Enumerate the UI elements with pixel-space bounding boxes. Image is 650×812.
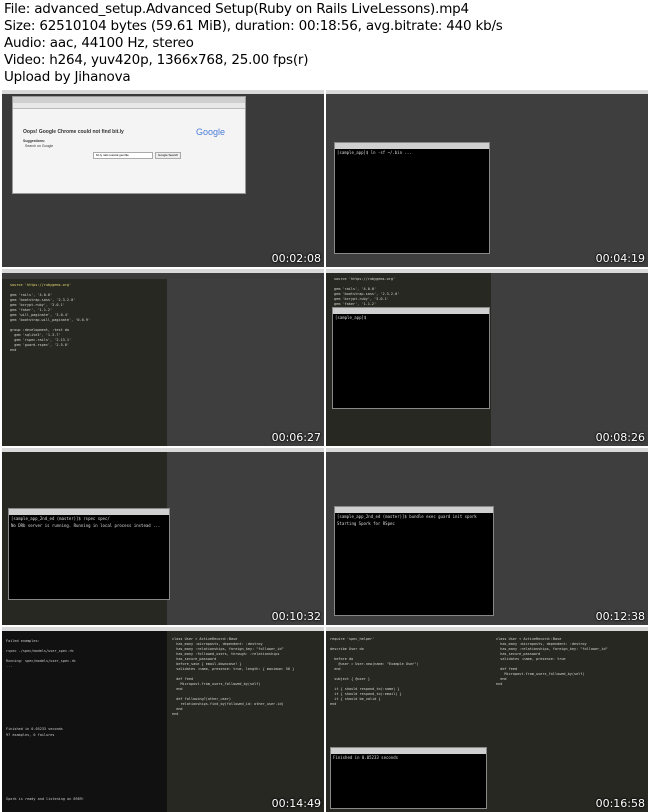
timestamp: 00:06:27 bbox=[271, 431, 321, 444]
thumbnail-4[interactable]: source 'https://rubygems.org' gem 'rails… bbox=[326, 269, 648, 446]
terminal-window: [sample_app]$ ln -sf ~/.bin ... bbox=[334, 142, 490, 254]
terminal-text: [sample_app_2nd_ed (master)]$ rspec spec… bbox=[11, 516, 110, 521]
thumbnail-8[interactable]: require 'spec_helper' describe User do b… bbox=[326, 627, 648, 812]
terminal-window: [sample_app_2nd_ed (master)]$ bundle exe… bbox=[334, 506, 494, 616]
thumbnail-5[interactable]: [sample_app_2nd_ed (master)]$ rspec spec… bbox=[2, 448, 324, 625]
timestamp: 00:04:19 bbox=[595, 252, 645, 265]
size-line: Size: 62510104 bytes (59.61 MiB), durati… bbox=[4, 18, 503, 34]
file-line: File: advanced_setup.Advanced Setup(Ruby… bbox=[4, 1, 469, 17]
chrome-window: Oops! Google Chrome could not find bit.l… bbox=[12, 96, 246, 194]
terminal-text: [sample_app]$ ln -sf ~/.bin ... bbox=[337, 150, 412, 155]
terminal-window: [sample_app_2nd_ed (master)]$ rspec spec… bbox=[8, 508, 170, 600]
google-logo: Google bbox=[195, 127, 225, 137]
terminal-window: [sample_app]$ bbox=[332, 307, 490, 409]
menu-bar bbox=[326, 627, 648, 631]
terminal-text-2: No DRb server is running. Running in loc… bbox=[11, 523, 161, 528]
suggestions-label: Suggestions: bbox=[23, 139, 46, 143]
spec-finished: Finished in 0.05233 seconds bbox=[6, 727, 63, 731]
thumbnail-1[interactable]: Oops! Google Chrome could not find bit.l… bbox=[2, 90, 324, 267]
menu-bar bbox=[2, 90, 324, 94]
thumbnail-6[interactable]: [sample_app_2nd_ed (master)]$ bundle exe… bbox=[326, 448, 648, 625]
thumbnail-3[interactable]: source 'https://rubygems.org' gem 'rails… bbox=[2, 269, 324, 446]
terminal-finished: Finished in 0.05233 seconds bbox=[333, 755, 399, 760]
menu-bar bbox=[326, 448, 648, 452]
terminal-window: Finished in 0.05233 seconds bbox=[330, 747, 487, 809]
upload-line: Upload by Jihanova bbox=[4, 69, 131, 85]
terminal-text-2: Starting Spork for RSpec bbox=[337, 521, 395, 526]
search-input[interactable]: bit.ly rails tutorial gemfile bbox=[93, 152, 153, 159]
thumbnail-grid: Oops! Google Chrome could not find bit.l… bbox=[0, 90, 650, 812]
timestamp: 00:14:49 bbox=[271, 797, 321, 810]
terminal-text: [sample_app]$ bbox=[335, 315, 367, 320]
timestamp: 00:10:32 bbox=[271, 610, 321, 623]
google-search-button[interactable]: Google Search bbox=[155, 152, 181, 159]
thumbnail-7[interactable]: Failed examples: rspec ./spec/models/use… bbox=[2, 627, 324, 812]
search-suggestion[interactable]: Search on Google bbox=[25, 144, 53, 148]
spec-examples: 97 examples, 0 failures bbox=[6, 733, 55, 737]
timestamp: 00:02:08 bbox=[271, 252, 321, 265]
spork-status: Spork is ready and listening on 8989! bbox=[6, 797, 84, 801]
timestamp: 00:16:58 bbox=[595, 797, 645, 810]
video-info-header: File: advanced_setup.Advanced Setup(Ruby… bbox=[0, 0, 650, 90]
timestamp: 00:12:38 bbox=[595, 610, 645, 623]
timestamp: 00:08:26 bbox=[595, 431, 645, 444]
error-title: Oops! Google Chrome could not find bit.l… bbox=[23, 129, 124, 135]
audio-line: Audio: aac, 44100 Hz, stereo bbox=[4, 35, 194, 51]
thumbnail-2[interactable]: [sample_app]$ ln -sf ~/.bin ... 00:04:19 bbox=[326, 90, 648, 267]
terminal-text: [sample_app_2nd_ed (master)]$ bundle exe… bbox=[337, 514, 477, 519]
video-line: Video: h264, yuv420p, 1366x768, 25.00 fp… bbox=[4, 52, 309, 68]
menu-bar bbox=[326, 90, 648, 94]
